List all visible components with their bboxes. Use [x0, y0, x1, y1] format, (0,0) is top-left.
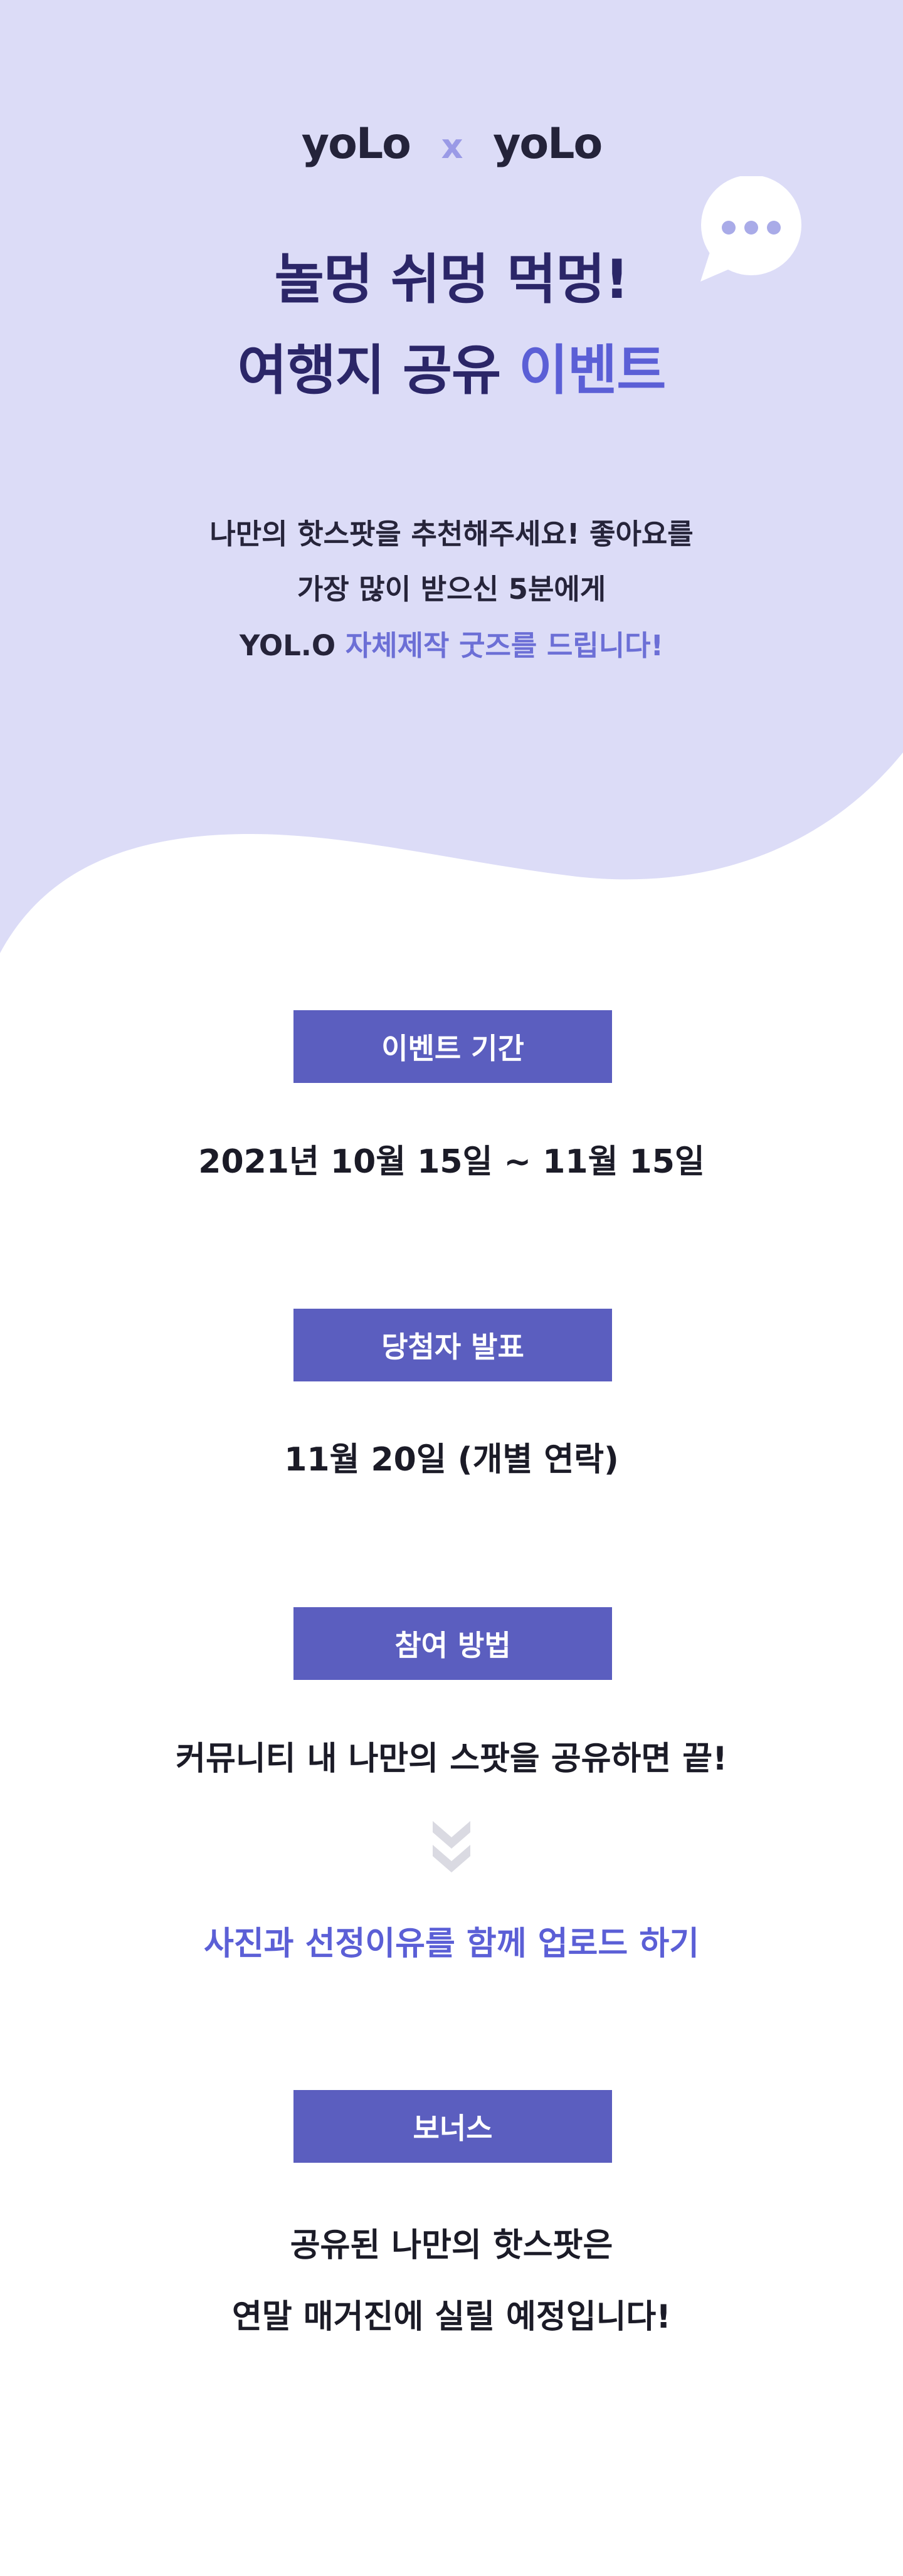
- yolo-logo-left: yoLo: [301, 119, 411, 169]
- yolo-logo-right: yoLo: [493, 119, 603, 169]
- title-main: 여행지 공유: [237, 339, 519, 402]
- period-text: 2021년 10월 15일 ~ 11월 15일: [198, 1143, 705, 1181]
- intro-line1: 나만의 핫스팟을 추천해주세요! 좋아요를: [209, 517, 694, 551]
- brand-logos: yoLo x yoLo: [0, 119, 903, 169]
- method-text: 커뮤니티 내 나만의 스팟을 공유하면 끝!: [176, 1740, 727, 1778]
- intro-accent: 자체제작 굿즈를 드립니다!: [345, 629, 664, 662]
- dot-icon: [744, 221, 758, 235]
- bonus-text-line2: 연말 매거진에 실릴 예정입니다!: [232, 2298, 671, 2336]
- intro-line2: 가장 많이 받으신 5분에게: [297, 573, 606, 606]
- method-step2-text: 사진과 선정이유를 함께 업로드 하기: [203, 1925, 699, 1963]
- bonus-text-line1: 공유된 나만의 핫스팟은: [290, 2227, 613, 2264]
- event-title-line2: 여행지 공유 이벤트: [0, 326, 903, 404]
- winner-text: 11월 20일 (개별 연락): [284, 1441, 619, 1479]
- hero-section: yoLo x yoLo 놀멍 쉬멍 먹멍! 여행지 공유 이벤트 나만의 핫스팟…: [0, 0, 903, 1003]
- event-title-line1: 놀멍 쉬멍 먹멍!: [274, 248, 630, 311]
- chevron-down-icon: [433, 1821, 470, 1872]
- title-accent: 이벤트: [519, 339, 666, 402]
- collab-separator: x: [441, 127, 463, 166]
- method-badge: 참여 방법: [293, 1607, 612, 1680]
- winner-badge: 당첨자 발표: [293, 1309, 612, 1381]
- dot-icon: [767, 221, 781, 235]
- period-badge: 이벤트 기간: [293, 1010, 612, 1083]
- dot-icon: [722, 221, 736, 235]
- bonus-badge: 보너스: [293, 2090, 612, 2163]
- intro-brand: YOL.O: [239, 629, 346, 662]
- intro-line3: YOL.O 자체제작 굿즈를 드립니다!: [0, 623, 903, 663]
